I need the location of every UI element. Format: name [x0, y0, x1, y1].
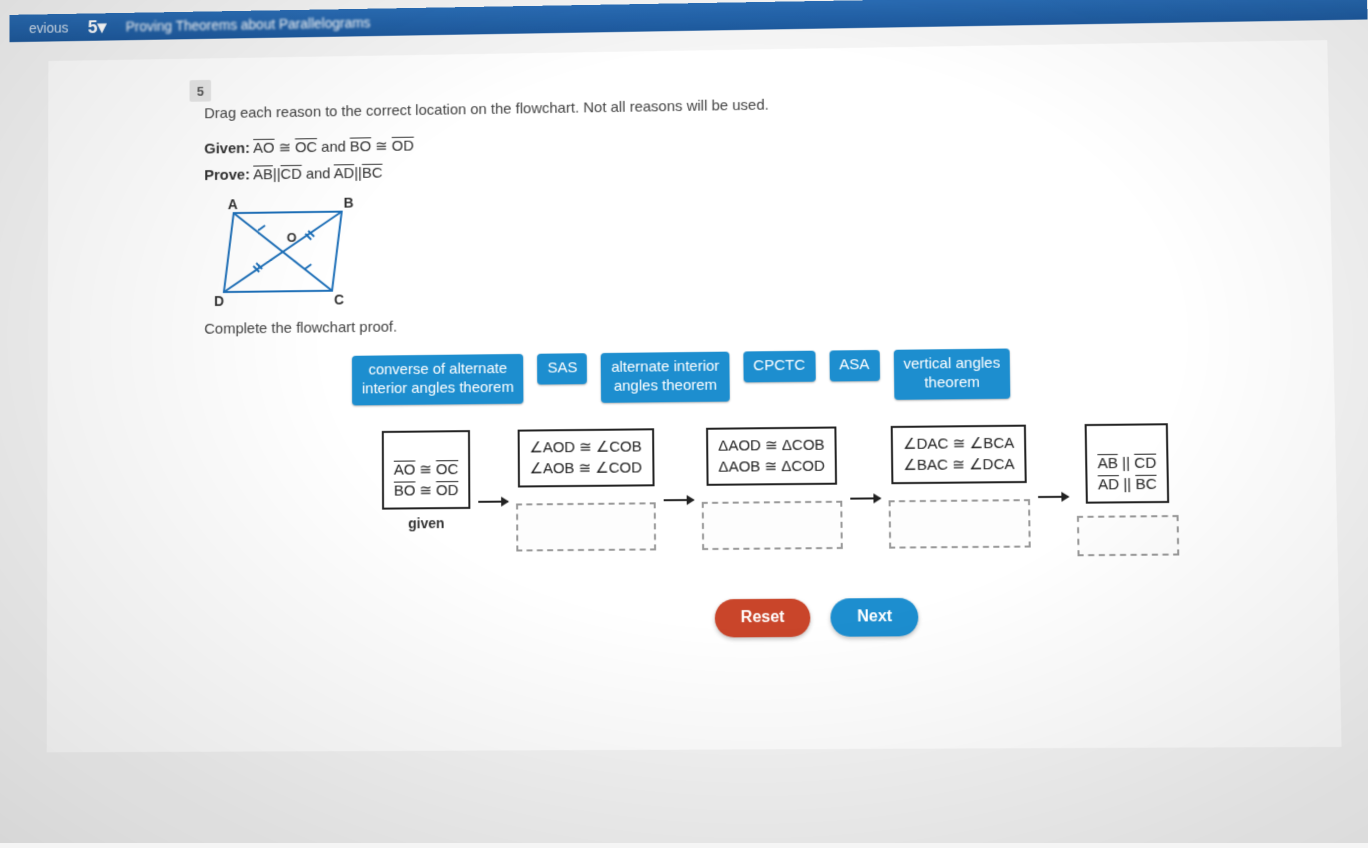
question-number-badge: 5	[190, 80, 211, 102]
question-panel: 5 Drag each reason to the correct locati…	[47, 40, 1342, 752]
flow-box-parallel: AB || CDAD || BC	[1085, 423, 1169, 503]
prove-label: Prove:	[204, 167, 250, 184]
prove-line: Prove: AB||CD and AD||BC	[204, 151, 1330, 184]
next-button[interactable]: Next	[831, 597, 919, 636]
flow-label-given: given	[408, 515, 444, 531]
instruction-text: Drag each reason to the correct location…	[204, 88, 1328, 122]
reset-button[interactable]: Reset	[714, 598, 810, 637]
arrow-icon	[664, 499, 694, 501]
flow-box-given: AO ≅ OCBO ≅ OD	[382, 430, 471, 510]
flow-box-triangles: ΔAOD ≅ ΔCOB ΔAOB ≅ ΔCOD	[706, 426, 837, 485]
top-nav-bar: evious 5▾ Proving Theorems about Paralle…	[10, 0, 1368, 42]
given-line: Given: AO ≅ OC and BO ≅ OD	[204, 123, 1329, 157]
reason-sas[interactable]: SAS	[537, 353, 587, 384]
lesson-title: Proving Theorems about Parallelograms	[126, 15, 371, 35]
drop-zone-4[interactable]	[1077, 515, 1179, 556]
reason-cpctc[interactable]: CPCTC	[743, 351, 815, 383]
flowchart: AO ≅ OCBO ≅ OD given ∠AOD ≅ ∠COB ∠AOB ≅ …	[382, 421, 1338, 561]
vertex-C: C	[334, 292, 344, 308]
vertex-A: A	[228, 196, 238, 212]
vertex-D: D	[214, 293, 224, 309]
drop-zone-2[interactable]	[702, 500, 843, 549]
geometry-diagram: A B C D O	[204, 178, 1332, 317]
reason-vertical-angles[interactable]: vertical angles theorem	[893, 348, 1010, 399]
flow-box-angles-vertical: ∠AOD ≅ ∠COB ∠AOB ≅ ∠COD	[517, 428, 654, 487]
flow-box-angles-cpctc: ∠DAC ≅ ∠BCA ∠BAC ≅ ∠DCA	[891, 424, 1027, 484]
reason-bank: converse of alternate interior angles th…	[352, 345, 1334, 405]
reason-alt-int[interactable]: alternate interior angles theorem	[601, 352, 730, 403]
arrow-icon	[850, 497, 880, 499]
previous-link[interactable]: evious	[29, 20, 68, 36]
reason-asa[interactable]: ASA	[829, 350, 880, 381]
drop-zone-1[interactable]	[516, 502, 656, 551]
arrow-icon	[1038, 496, 1068, 498]
vertex-O: O	[287, 230, 297, 245]
vertex-B: B	[344, 195, 354, 211]
drop-zone-3[interactable]	[889, 499, 1031, 549]
given-label: Given:	[204, 140, 250, 157]
chevron-down-icon: ▾	[98, 17, 107, 37]
arrow-icon	[478, 501, 508, 503]
reason-converse-alt-int[interactable]: converse of alternate interior angles th…	[352, 354, 524, 405]
step-number[interactable]: 5▾	[88, 17, 107, 38]
